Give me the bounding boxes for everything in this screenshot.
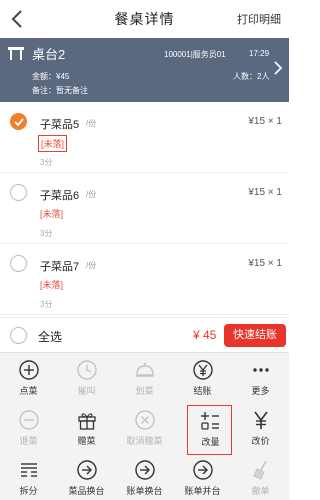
change-price-label: 改价 bbox=[251, 436, 270, 446]
yen-icon bbox=[254, 411, 268, 429]
change-price-button[interactable]: 改价 bbox=[232, 405, 289, 455]
split-label: 拆分 bbox=[19, 486, 38, 496]
chevron-right-icon bbox=[274, 61, 283, 75]
checkmark-icon bbox=[14, 118, 24, 126]
select-all-label[interactable]: 全选 bbox=[38, 328, 62, 345]
bill-merge-table-label: 账单并台 bbox=[184, 486, 221, 496]
gift-dish-label: 赠菜 bbox=[77, 436, 96, 446]
cancel-gift-label: 取消赠菜 bbox=[126, 436, 163, 446]
withdraw-order-button[interactable]: 撤单 bbox=[232, 455, 289, 500]
print-details-button[interactable]: 打印明细 bbox=[237, 11, 281, 27]
item-checkbox[interactable] bbox=[10, 255, 27, 272]
split-list-icon bbox=[21, 463, 37, 477]
item-name: 子菜品7 bbox=[40, 261, 80, 273]
item-elapsed-time: 3分 bbox=[40, 229, 53, 238]
arrow-right-circle-icon bbox=[135, 460, 155, 480]
cancel-gift-button[interactable]: 取消赠菜 bbox=[116, 405, 173, 455]
settle-label: 结账 bbox=[193, 386, 212, 396]
total-amount: ¥ 45 bbox=[193, 328, 217, 342]
item-unit: /份 bbox=[86, 261, 97, 270]
add-dish-button[interactable]: 点菜 bbox=[0, 355, 57, 405]
list-item[interactable]: 子菜品6 /份 ¥15 × 1 [未落] 3分 bbox=[0, 173, 289, 244]
item-status-tag: [未落] bbox=[40, 209, 64, 219]
split-button[interactable]: 拆分 bbox=[0, 455, 57, 500]
item-elapsed-time: 3分 bbox=[40, 300, 53, 309]
gift-icon bbox=[78, 413, 96, 430]
change-quantity-button[interactable]: 改量 bbox=[187, 405, 232, 455]
item-status-tag: [未落] bbox=[40, 280, 64, 290]
nav-header: 餐桌详情 打印明细 bbox=[0, 0, 289, 38]
minus-circle-icon bbox=[19, 410, 39, 430]
more-button[interactable]: 更多 bbox=[232, 355, 289, 405]
list-item[interactable]: 子菜品7 /份 ¥15 × 1 [未落] 3分 bbox=[0, 244, 289, 315]
serve-label: 划菜 bbox=[135, 386, 154, 396]
yen-circle-icon bbox=[193, 360, 213, 380]
urge-label: 催叫 bbox=[77, 386, 96, 396]
item-status-tag: [未落] bbox=[38, 135, 68, 152]
clock-icon bbox=[77, 360, 97, 380]
cloche-icon bbox=[136, 362, 154, 377]
arrow-right-circle-icon bbox=[193, 460, 213, 480]
order-time: 17:29 bbox=[249, 49, 270, 58]
item-price: ¥15 × 1 bbox=[248, 116, 282, 127]
settle-button[interactable]: 结账 bbox=[174, 355, 231, 405]
broom-icon bbox=[253, 460, 267, 480]
item-elapsed-time: 3分 bbox=[40, 158, 53, 167]
change-dish-table-label: 菜品换台 bbox=[68, 486, 105, 496]
plus-circle-icon bbox=[19, 360, 39, 380]
serve-button[interactable]: 划菜 bbox=[116, 355, 173, 405]
item-price: ¥15 × 1 bbox=[248, 258, 282, 269]
cancel-circle-icon bbox=[135, 410, 155, 430]
item-checkbox[interactable] bbox=[10, 113, 27, 130]
item-checkbox[interactable] bbox=[10, 184, 27, 201]
table-info-card[interactable]: 桌台2 100001|服务员01 17:29 金额：¥45 人数：2人 备注：暂… bbox=[0, 38, 289, 102]
item-unit: /份 bbox=[86, 190, 97, 199]
select-all-checkbox[interactable] bbox=[10, 327, 27, 344]
table-name: 桌台2 bbox=[32, 47, 66, 62]
select-all-bar: 全选 ¥ 45 快速结账 bbox=[0, 317, 289, 352]
action-panel: 点菜 催叫 划菜 结账 更多 退菜 赠菜 取消赠菜 改量 改价 拆分 菜品换台 … bbox=[0, 352, 289, 500]
more-dots-icon bbox=[253, 368, 269, 372]
people-count: 人数：2人 bbox=[233, 72, 270, 81]
return-dish-button[interactable]: 退菜 bbox=[0, 405, 57, 455]
item-unit: /份 bbox=[86, 119, 97, 128]
quick-checkout-button[interactable]: 快速结账 bbox=[224, 324, 286, 347]
more-label: 更多 bbox=[251, 386, 270, 396]
arrow-right-circle-icon bbox=[77, 460, 97, 480]
gift-dish-button[interactable]: 赠菜 bbox=[58, 405, 115, 455]
quantity-grid-icon bbox=[201, 412, 219, 430]
list-item[interactable]: 子菜品5 /份 ¥15 × 1 [未落] 3分 bbox=[0, 102, 289, 173]
amount-text: 金额：¥45 bbox=[32, 72, 70, 81]
return-dish-label: 退菜 bbox=[19, 436, 38, 446]
bill-merge-table-button[interactable]: 账单并台 bbox=[174, 455, 231, 500]
remark-text: 备注：暂无备注 bbox=[32, 86, 88, 95]
bill-change-table-button[interactable]: 账单换台 bbox=[116, 455, 173, 500]
withdraw-order-label: 撤单 bbox=[251, 486, 270, 496]
item-name: 子菜品5 bbox=[40, 119, 80, 131]
change-dish-table-button[interactable]: 菜品换台 bbox=[58, 455, 115, 500]
order-server-info: 100001|服务员01 bbox=[164, 50, 226, 59]
add-dish-label: 点菜 bbox=[19, 386, 38, 396]
bill-change-table-label: 账单换台 bbox=[126, 486, 163, 496]
change-quantity-label: 改量 bbox=[201, 437, 220, 447]
item-price: ¥15 × 1 bbox=[248, 187, 282, 198]
table-icon bbox=[8, 47, 24, 60]
item-name: 子菜品6 bbox=[40, 190, 80, 202]
urge-button[interactable]: 催叫 bbox=[58, 355, 115, 405]
